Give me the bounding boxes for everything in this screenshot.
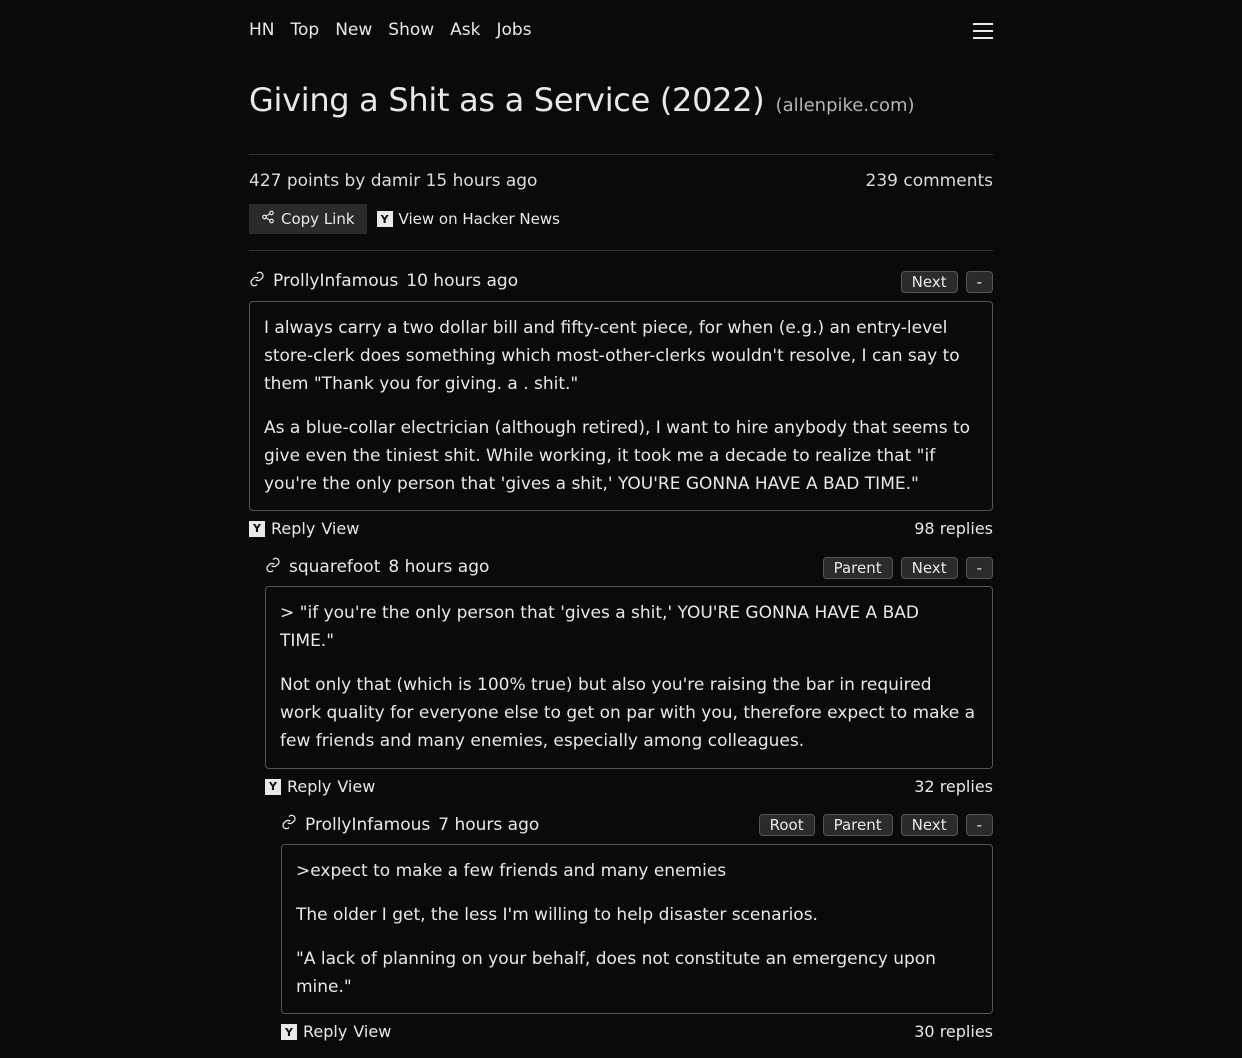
next-button[interactable]: Next: [901, 271, 958, 293]
menu-icon[interactable]: [973, 23, 993, 39]
comment: ProllyInfamous 7 hours ago Root Parent Next-…: [281, 813, 993, 1045]
reply-count[interactable]: 32 replies: [914, 775, 993, 799]
comment-body: > "if you're the only person that 'gives…: [265, 586, 993, 768]
post-domain[interactable]: (allenpike.com): [776, 95, 915, 116]
yc-icon: Y: [377, 211, 393, 227]
collapse-button[interactable]: -: [966, 271, 993, 293]
nav-links: HN Top New Show Ask Jobs: [249, 18, 973, 44]
collapse-button[interactable]: -: [966, 814, 993, 836]
post-meta: 427 points by damir 15 hours ago: [249, 169, 537, 195]
comment-age: 8 hours ago: [388, 555, 489, 581]
nav-link-top[interactable]: Top: [291, 18, 320, 44]
collapse-button[interactable]: -: [966, 557, 993, 579]
view-on-hn-button[interactable]: Y View on Hacker News: [377, 204, 572, 234]
comment-age: 7 hours ago: [438, 813, 539, 839]
comment-header: squarefoot 8 hours ago Parent Next-: [265, 555, 993, 581]
reply-link[interactable]: Reply: [303, 1020, 347, 1044]
reply-count[interactable]: 98 replies: [914, 517, 993, 541]
permalink-icon[interactable]: [265, 556, 281, 580]
copy-link-label: Copy Link: [281, 210, 355, 228]
parent-button[interactable]: Parent: [823, 814, 893, 836]
comment-count[interactable]: 239 comments: [866, 169, 993, 195]
parent-button[interactable]: Parent: [823, 557, 893, 579]
post-header: Giving a Shit as a Service (2022) (allen…: [249, 58, 993, 154]
comment-text: >expect to make a few friends and many e…: [296, 857, 978, 885]
root-button[interactable]: Root: [759, 814, 815, 836]
nav-link-show[interactable]: Show: [388, 18, 434, 44]
yc-icon: Y: [281, 1024, 297, 1040]
view-link[interactable]: View: [337, 775, 375, 799]
view-link[interactable]: View: [321, 517, 359, 541]
post-meta-bar: 427 points by damir 15 hours ago 239 com…: [249, 155, 993, 205]
post-actions: Copy Link Y View on Hacker News: [249, 204, 993, 250]
comment-body: >expect to make a few friends and many e…: [281, 844, 993, 1014]
next-button[interactable]: Next: [901, 814, 958, 836]
view-on-hn-label: View on Hacker News: [399, 210, 560, 228]
yc-icon: Y: [249, 521, 265, 537]
comment-footer: Y ReplyView 98 replies: [249, 511, 993, 541]
permalink-icon[interactable]: [281, 813, 297, 837]
copy-link-button[interactable]: Copy Link: [249, 204, 367, 234]
reply-link[interactable]: Reply: [287, 775, 331, 799]
comment: ProllyInfamous 10 hours ago Next- I always …: [249, 269, 993, 541]
comment-header: ProllyInfamous 7 hours ago Root Parent Next-: [281, 813, 993, 839]
share-icon: [261, 210, 275, 228]
nav-link-ask[interactable]: Ask: [450, 18, 480, 44]
comment-text: I always carry a two dollar bill and fif…: [264, 314, 978, 398]
next-button[interactable]: Next: [901, 557, 958, 579]
nav-link-jobs[interactable]: Jobs: [497, 18, 532, 44]
comment-text: > "if you're the only person that 'gives…: [280, 599, 978, 655]
comment-text: As a blue-collar electrician (although r…: [264, 414, 978, 498]
comment-age: 10 hours ago: [406, 269, 518, 295]
yc-icon: Y: [265, 779, 281, 795]
comment-text: The older I get, the less I'm willing to…: [296, 901, 978, 929]
comments-section: ProllyInfamous10 hours agoNext-I always …: [249, 251, 993, 1044]
reply-count[interactable]: 30 replies: [914, 1020, 993, 1044]
comment: squarefoot 8 hours ago Parent Next- > "if yo…: [265, 555, 993, 799]
comment-text: "A lack of planning on your behalf, does…: [296, 945, 978, 1001]
top-nav: HN Top New Show Ask Jobs: [249, 0, 993, 58]
comment-header: ProllyInfamous 10 hours ago Next-: [249, 269, 993, 295]
comment-footer: Y ReplyView 30 replies: [281, 1014, 993, 1044]
comment-author[interactable]: ProllyInfamous: [305, 813, 430, 839]
reply-link[interactable]: Reply: [271, 517, 315, 541]
nav-link-new[interactable]: New: [335, 18, 372, 44]
comment-footer: Y ReplyView 32 replies: [265, 769, 993, 799]
comment-body: I always carry a two dollar bill and fif…: [249, 301, 993, 511]
nav-link-hn[interactable]: HN: [249, 18, 275, 44]
permalink-icon[interactable]: [249, 270, 265, 294]
comment-text: Not only that (which is 100% true) but a…: [280, 671, 978, 755]
comment-author[interactable]: squarefoot: [289, 555, 380, 581]
comment-author[interactable]: ProllyInfamous: [273, 269, 398, 295]
view-link[interactable]: View: [353, 1020, 391, 1044]
post-title[interactable]: Giving a Shit as a Service (2022): [249, 81, 764, 119]
